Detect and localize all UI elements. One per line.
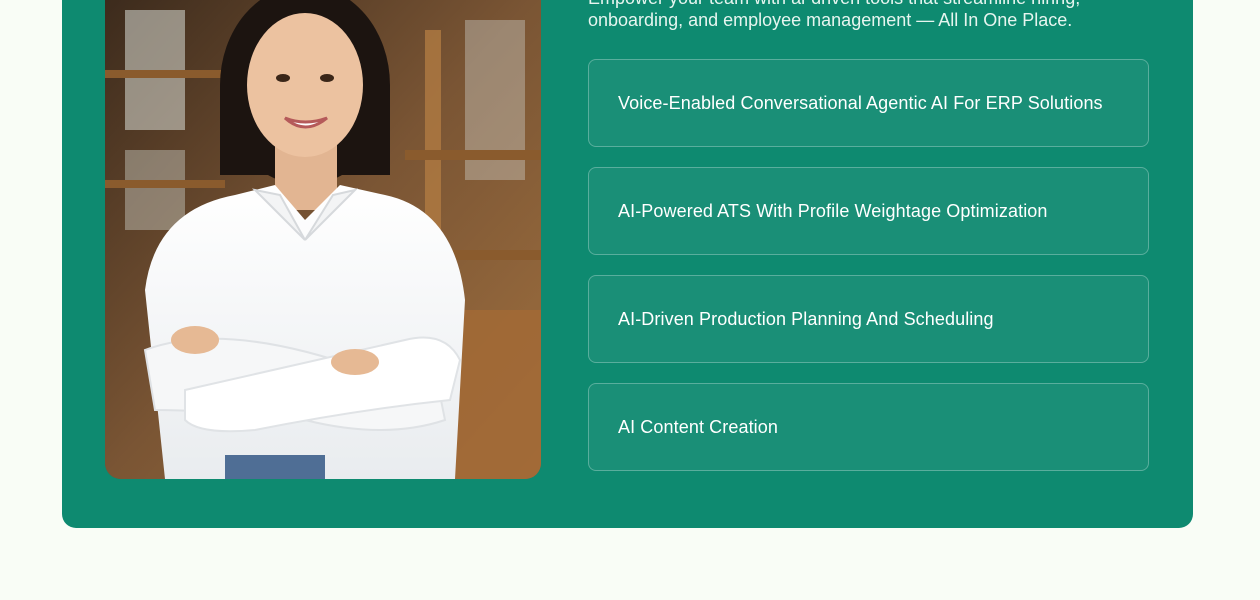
feature-label: AI Content Creation [618, 416, 778, 437]
feature-card-content-creation[interactable]: AI Content Creation [588, 383, 1149, 471]
feature-label: AI-Driven Production Planning And Schedu… [618, 308, 994, 329]
feature-card-voice-ai[interactable]: Voice-Enabled Conversational Agentic AI … [588, 59, 1149, 147]
feature-card-ats[interactable]: AI-Powered ATS With Profile Weightage Op… [588, 167, 1149, 255]
feature-label: Voice-Enabled Conversational Agentic AI … [618, 92, 1103, 113]
feature-label: AI-Powered ATS With Profile Weightage Op… [618, 200, 1048, 221]
feature-list: Voice-Enabled Conversational Agentic AI … [588, 59, 1149, 491]
page: Empower your team with ai-driven tools t… [0, 0, 1260, 600]
hero-photo [105, 0, 541, 479]
intro-text: Empower your team with ai-driven tools t… [588, 0, 1080, 30]
feature-card-production-planning[interactable]: AI-Driven Production Planning And Schedu… [588, 275, 1149, 363]
